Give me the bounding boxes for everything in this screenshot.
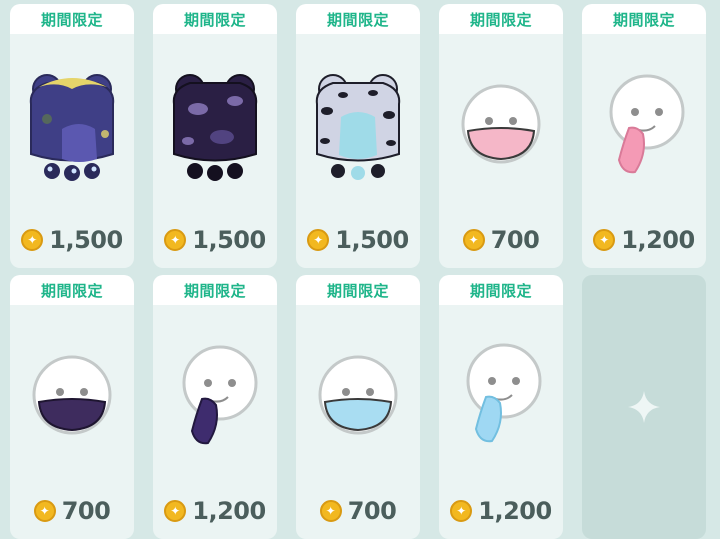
coin-icon: ✦ bbox=[164, 229, 187, 251]
shop-item-card[interactable]: 期間限定 ✦ 1,500 bbox=[296, 4, 420, 268]
shop-item-card[interactable]: 期間限定 ✦ 700 bbox=[439, 4, 563, 268]
price-tag: ✦ 1,500 bbox=[10, 222, 134, 258]
tongue-light-blue-icon bbox=[439, 305, 563, 485]
price-amount: 1,500 bbox=[192, 226, 266, 254]
sparkle-icon bbox=[628, 391, 660, 423]
shop-item-card[interactable]: 期間限定 ✦ 700 bbox=[10, 275, 134, 539]
price-tag: ✦ 1,200 bbox=[439, 493, 563, 529]
price-amount: 700 bbox=[347, 497, 397, 525]
price-amount: 1,200 bbox=[621, 226, 695, 254]
price-amount: 1,500 bbox=[335, 226, 409, 254]
price-tag: ✦ 700 bbox=[439, 222, 563, 258]
price-amount: 700 bbox=[490, 226, 540, 254]
mask-pink-icon bbox=[439, 34, 563, 214]
limited-time-badge: 期間限定 bbox=[10, 275, 134, 305]
frog-hat-black-icon bbox=[153, 34, 277, 214]
mask-light-blue-icon bbox=[296, 305, 420, 485]
shop-item-card[interactable]: 期間限定 ✦ 1,500 bbox=[153, 4, 277, 268]
shop-item-card[interactable]: 期間限定 ✦ 1,500 bbox=[10, 4, 134, 268]
price-tag: ✦ 700 bbox=[10, 493, 134, 529]
frog-hat-dark-blue-icon bbox=[10, 34, 134, 214]
coin-icon: ✦ bbox=[307, 229, 330, 251]
price-amount: 1,200 bbox=[192, 497, 266, 525]
limited-time-badge: 期間限定 bbox=[296, 275, 420, 305]
coin-icon: ✦ bbox=[462, 229, 485, 251]
shop-item-card[interactable]: 期間限定 ✦ 700 bbox=[296, 275, 420, 539]
price-amount: 700 bbox=[61, 497, 111, 525]
limited-time-badge: 期間限定 bbox=[439, 275, 563, 305]
coin-icon: ✦ bbox=[164, 500, 187, 522]
empty-slot[interactable] bbox=[582, 275, 706, 539]
limited-time-badge: 期間限定 bbox=[296, 4, 420, 34]
limited-time-badge: 期間限定 bbox=[439, 4, 563, 34]
price-amount: 1,500 bbox=[49, 226, 123, 254]
price-tag: ✦ 1,200 bbox=[582, 222, 706, 258]
frog-hat-leopard-icon bbox=[296, 34, 420, 214]
coin-icon: ✦ bbox=[450, 500, 473, 522]
coin-icon: ✦ bbox=[21, 229, 44, 251]
tongue-dark-purple-icon bbox=[153, 305, 277, 485]
price-tag: ✦ 1,500 bbox=[153, 222, 277, 258]
price-tag: ✦ 700 bbox=[296, 493, 420, 529]
shop-item-card[interactable]: 期間限定 ✦ 1,200 bbox=[439, 275, 563, 539]
price-tag: ✦ 1,200 bbox=[153, 493, 277, 529]
coin-icon: ✦ bbox=[319, 500, 342, 522]
limited-time-badge: 期間限定 bbox=[153, 4, 277, 34]
tongue-pink-icon bbox=[582, 34, 706, 214]
price-amount: 1,200 bbox=[478, 497, 552, 525]
coin-icon: ✦ bbox=[593, 229, 616, 251]
limited-time-badge: 期間限定 bbox=[153, 275, 277, 305]
shop-item-card[interactable]: 期間限定 ✦ 1,200 bbox=[153, 275, 277, 539]
mask-dark-purple-icon bbox=[10, 305, 134, 485]
shop-item-card[interactable]: 期間限定 ✦ 1,200 bbox=[582, 4, 706, 268]
limited-time-badge: 期間限定 bbox=[10, 4, 134, 34]
price-tag: ✦ 1,500 bbox=[296, 222, 420, 258]
coin-icon: ✦ bbox=[33, 500, 56, 522]
limited-time-badge: 期間限定 bbox=[582, 4, 706, 34]
